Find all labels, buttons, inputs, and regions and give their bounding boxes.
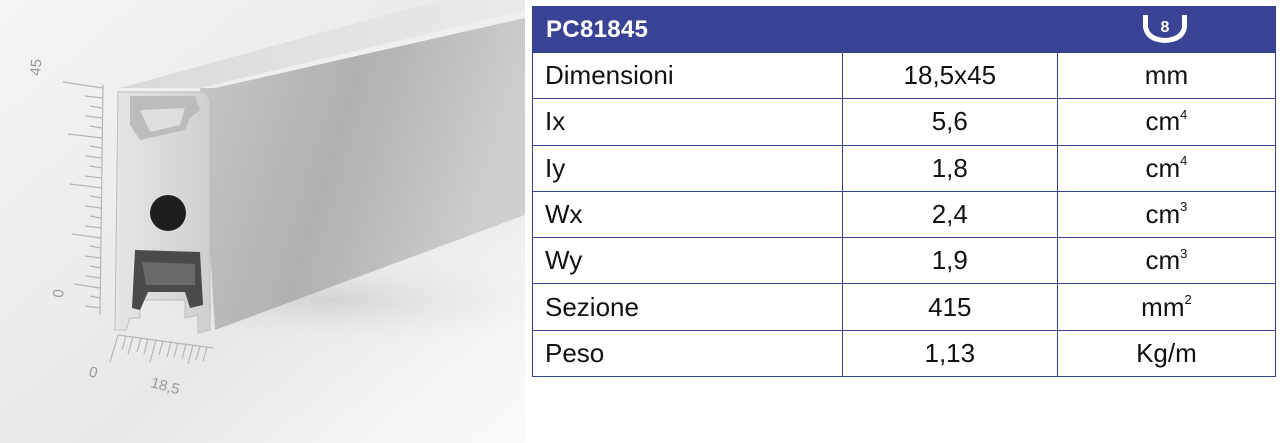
product-code: PC81845 xyxy=(546,15,649,43)
spec-row: Wy 1,9 cm3 xyxy=(532,237,1277,285)
spec-value: 18,5x45 xyxy=(841,51,1058,100)
spec-table-header: PC81845 8 xyxy=(532,6,1276,53)
spec-value: 415 xyxy=(841,283,1058,331)
spec-value: 5,6 xyxy=(841,98,1058,146)
spec-unit-cell: mm xyxy=(1056,51,1277,100)
spec-unit-exponent: 4 xyxy=(1180,153,1188,169)
spec-value: 1,9 xyxy=(841,237,1058,285)
spec-label: Sezione xyxy=(532,283,843,331)
spec-label: Wy xyxy=(532,237,843,285)
spec-unit-exponent: 4 xyxy=(1180,106,1188,122)
vertical-scale-max-label: 45 xyxy=(27,58,45,76)
center-hole xyxy=(150,195,186,231)
spec-unit-cell: Kg/m xyxy=(1056,329,1277,378)
spec-unit-cell: cm3 xyxy=(1056,190,1277,239)
spec-unit: cm xyxy=(1145,106,1181,137)
spec-unit: cm xyxy=(1145,199,1181,230)
spec-row: Wx 2,4 cm3 xyxy=(532,190,1277,239)
spec-unit-cell: cm4 xyxy=(1056,144,1277,192)
spec-unit-exponent: 3 xyxy=(1180,199,1188,215)
aluminium-profile-illustration: 45 0 0 18,5 xyxy=(0,0,525,443)
spec-unit: Kg/m xyxy=(1136,337,1197,368)
spec-row: Peso 1,13 Kg/m xyxy=(532,329,1277,378)
spec-value: 1,13 xyxy=(841,329,1058,378)
vertical-scale-min-label: 0 xyxy=(50,289,68,299)
slot-size-badge-icon: 8 xyxy=(1143,15,1187,43)
spec-row: Iy 1,8 cm4 xyxy=(532,144,1277,192)
spec-unit-cell: mm2 xyxy=(1056,283,1277,331)
spec-row: Dimensioni 18,5x45 mm xyxy=(532,51,1277,100)
spec-value: 1,8 xyxy=(841,144,1058,192)
spec-row: Ix 5,6 cm4 xyxy=(532,98,1277,146)
spec-unit-cell: cm4 xyxy=(1056,98,1277,146)
header-cell: PC81845 8 xyxy=(532,6,1276,53)
spec-label: Dimensioni xyxy=(532,51,843,100)
spec-unit-exponent: 3 xyxy=(1180,245,1188,261)
spec-unit-cell: cm3 xyxy=(1056,237,1277,285)
spec-unit-exponent: 2 xyxy=(1184,291,1192,307)
profile-cross-section xyxy=(114,91,211,334)
spec-unit: cm xyxy=(1145,245,1181,276)
spec-unit: mm xyxy=(1141,291,1185,322)
slot-size-label: 8 xyxy=(1161,19,1170,36)
spec-unit: cm xyxy=(1145,152,1181,183)
spec-row: Sezione 415 mm2 xyxy=(532,283,1277,331)
spec-label: Ix xyxy=(532,98,843,146)
spec-label: Peso xyxy=(532,329,843,378)
spec-table: PC81845 8 Dimensioni 18,5x45 mm Ix 5,6 cm4 Iy 1… xyxy=(532,6,1277,378)
spec-label: Wx xyxy=(532,190,843,239)
spec-unit: mm xyxy=(1144,60,1189,91)
spec-value: 2,4 xyxy=(841,190,1058,239)
product-image: 45 0 0 18,5 xyxy=(0,0,525,443)
spec-label: Iy xyxy=(532,144,843,192)
